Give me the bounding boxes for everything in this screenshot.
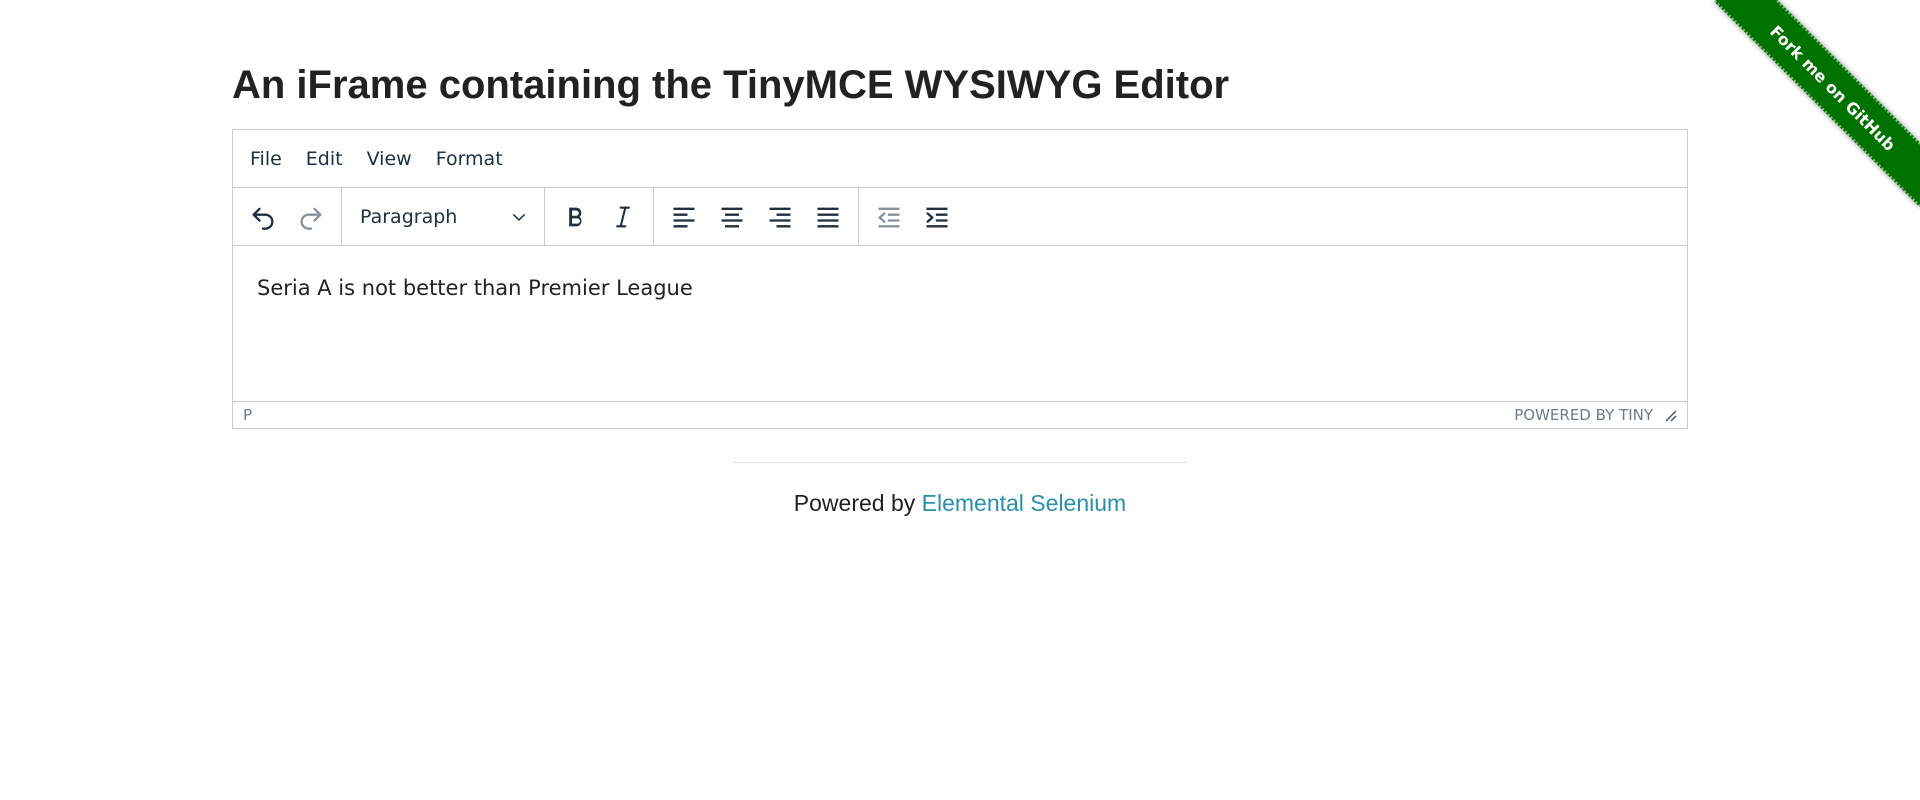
main-content: An iFrame containing the TinyMCE WYSIWYG… bbox=[232, 0, 1688, 429]
outdent-button[interactable] bbox=[865, 195, 913, 239]
resize-handle-icon[interactable] bbox=[1663, 408, 1677, 422]
redo-icon bbox=[300, 207, 322, 230]
redo-button[interactable] bbox=[287, 195, 335, 239]
undo-button[interactable] bbox=[239, 195, 287, 239]
align-justify-icon bbox=[817, 207, 839, 227]
italic-button[interactable] bbox=[599, 195, 647, 239]
text-style-group bbox=[545, 188, 654, 245]
align-center-button[interactable] bbox=[708, 195, 756, 239]
page-footer: Powered by Elemental Selenium bbox=[0, 490, 1920, 517]
italic-icon bbox=[616, 206, 630, 227]
blocks-group: Paragraph bbox=[342, 188, 545, 245]
undo-icon bbox=[252, 207, 274, 230]
align-justify-button[interactable] bbox=[804, 195, 852, 239]
menu-format[interactable]: Format bbox=[427, 142, 512, 176]
statusbar-right: POWERED BY TINY bbox=[1514, 406, 1677, 424]
block-format-dropdown[interactable]: Paragraph bbox=[348, 195, 538, 239]
align-right-button[interactable] bbox=[756, 195, 804, 239]
footer-prefix: Powered by bbox=[793, 490, 922, 516]
footer-divider bbox=[733, 462, 1187, 463]
github-ribbon[interactable]: Fork me on GitHub bbox=[1710, 0, 1920, 210]
menu-edit[interactable]: Edit bbox=[297, 142, 352, 176]
history-group bbox=[233, 188, 342, 245]
tinymce-editor: File Edit View Format Paragraph Seria A … bbox=[232, 129, 1688, 429]
branding-link[interactable]: POWERED BY TINY bbox=[1514, 406, 1653, 424]
menu-view[interactable]: View bbox=[358, 142, 421, 176]
bold-icon bbox=[569, 207, 582, 226]
block-format-value: Paragraph bbox=[360, 205, 458, 228]
editor-statusbar: P POWERED BY TINY bbox=[233, 401, 1687, 428]
align-right-icon bbox=[769, 207, 791, 227]
element-path[interactable]: P bbox=[243, 406, 252, 424]
indent-icon bbox=[926, 207, 948, 227]
fork-me-link[interactable]: Fork me on GitHub bbox=[1714, 0, 1920, 207]
editor-paragraph[interactable]: Seria A is not better than Premier Leagu… bbox=[257, 276, 1663, 300]
editor-menubar: File Edit View Format bbox=[233, 130, 1687, 188]
indent-button[interactable] bbox=[913, 195, 961, 239]
indent-group bbox=[859, 188, 967, 245]
page-title: An iFrame containing the TinyMCE WYSIWYG… bbox=[232, 63, 1230, 107]
align-left-icon bbox=[673, 207, 695, 227]
editor-toolbar: Paragraph bbox=[233, 188, 1687, 246]
outdent-icon bbox=[878, 207, 900, 227]
alignment-group bbox=[654, 188, 859, 245]
menu-file[interactable]: File bbox=[241, 142, 291, 176]
editor-content-area[interactable]: Seria A is not better than Premier Leagu… bbox=[233, 246, 1687, 401]
align-left-button[interactable] bbox=[660, 195, 708, 239]
chevron-down-icon bbox=[513, 213, 525, 221]
elemental-selenium-link[interactable]: Elemental Selenium bbox=[922, 490, 1127, 516]
bold-button[interactable] bbox=[551, 195, 599, 239]
align-center-icon bbox=[721, 207, 743, 227]
